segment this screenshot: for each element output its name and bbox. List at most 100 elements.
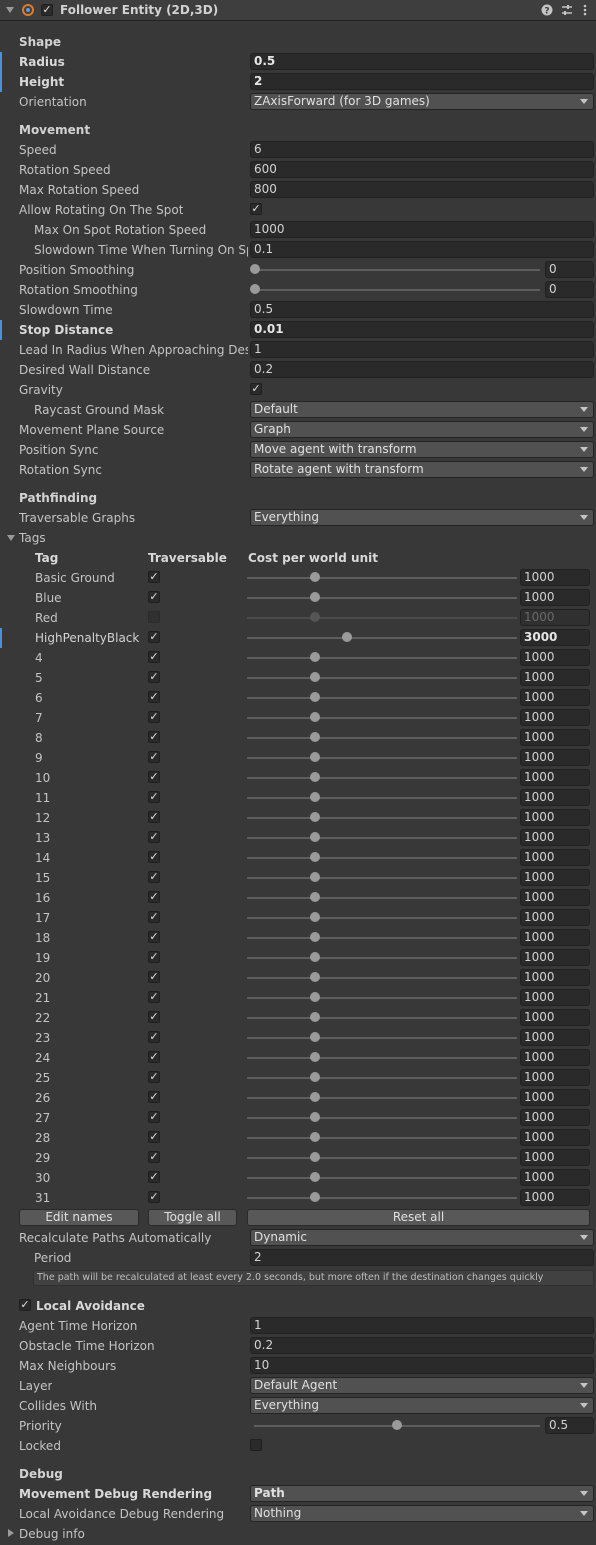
tag-traversable-checkbox[interactable]: ✓ xyxy=(148,1171,160,1183)
slider-knob[interactable] xyxy=(310,852,320,862)
tag-traversable-checkbox[interactable]: ✓ xyxy=(148,1111,160,1123)
tag-cost-slider[interactable] xyxy=(247,717,517,719)
tags-foldout[interactable]: Tags xyxy=(0,528,596,548)
tag-cost-field[interactable]: 1000 xyxy=(520,969,590,986)
tag-cost-slider[interactable] xyxy=(247,817,517,819)
tag-cost-slider[interactable] xyxy=(247,1077,517,1079)
tag-cost-slider[interactable] xyxy=(247,697,517,699)
tag-traversable-checkbox[interactable]: ✓ xyxy=(148,571,160,583)
slider-knob[interactable] xyxy=(310,1072,320,1082)
tag-cost-field[interactable]: 3000 xyxy=(520,629,590,646)
slider-knob[interactable] xyxy=(310,1032,320,1042)
tag-traversable-checkbox[interactable]: ✓ xyxy=(148,1151,160,1163)
tag-cost-field[interactable]: 1000 xyxy=(520,829,590,846)
slider-knob[interactable] xyxy=(342,632,352,642)
obstacle-horizon-field[interactable]: 0.2 xyxy=(250,1337,594,1354)
tag-traversable-checkbox[interactable]: ✓ xyxy=(148,971,160,983)
tag-cost-field[interactable]: 1000 xyxy=(520,709,590,726)
tag-cost-slider[interactable] xyxy=(247,1037,517,1039)
tag-traversable-checkbox[interactable]: ✓ xyxy=(148,711,160,723)
slider-knob[interactable] xyxy=(310,592,320,602)
tag-traversable-checkbox[interactable]: ✓ xyxy=(148,671,160,683)
rotation-smoothing-field[interactable]: 0 xyxy=(545,281,594,298)
slider-knob[interactable] xyxy=(310,1132,320,1142)
tag-cost-slider[interactable] xyxy=(247,677,517,679)
slider-knob[interactable] xyxy=(310,672,320,682)
tag-cost-field[interactable]: 1000 xyxy=(520,1109,590,1126)
tag-cost-field[interactable]: 1000 xyxy=(520,1029,590,1046)
tag-cost-slider[interactable] xyxy=(247,997,517,999)
tag-cost-slider[interactable] xyxy=(247,957,517,959)
tag-cost-field[interactable]: 1000 xyxy=(520,1009,590,1026)
slider-knob[interactable] xyxy=(310,712,320,722)
tag-cost-field[interactable]: 1000 xyxy=(520,989,590,1006)
recalc-dropdown[interactable]: Dynamic xyxy=(250,1229,594,1246)
agent-horizon-field[interactable]: 1 xyxy=(250,1317,594,1334)
slider-knob[interactable] xyxy=(310,1052,320,1062)
rotation-sync-dropdown[interactable]: Rotate agent with transform xyxy=(250,461,594,478)
slider-knob[interactable] xyxy=(310,1152,320,1162)
tag-cost-field[interactable]: 1000 xyxy=(520,889,590,906)
tag-cost-slider[interactable] xyxy=(247,877,517,879)
reset-all-button[interactable]: Reset all xyxy=(247,1209,590,1226)
tag-traversable-checkbox[interactable]: ✓ xyxy=(148,931,160,943)
slider-track[interactable] xyxy=(254,269,540,271)
tag-cost-slider[interactable] xyxy=(247,757,517,759)
tag-traversable-checkbox[interactable]: ✓ xyxy=(148,1131,160,1143)
slider-track[interactable] xyxy=(254,289,540,291)
slider-knob[interactable] xyxy=(310,772,320,782)
tag-cost-field[interactable]: 1000 xyxy=(520,589,590,606)
local-avoidance-checkbox[interactable]: ✓ xyxy=(19,1299,31,1311)
debug-info-foldout[interactable]: Debug info xyxy=(0,1524,596,1544)
slider-knob[interactable] xyxy=(310,932,320,942)
slider-knob[interactable] xyxy=(310,892,320,902)
foldout-arrow-icon[interactable] xyxy=(8,1529,14,1537)
tag-traversable-checkbox[interactable]: ✓ xyxy=(148,591,160,603)
slider-knob[interactable] xyxy=(310,1092,320,1102)
movement-debug-dropdown[interactable]: Path xyxy=(250,1485,594,1502)
avoidance-debug-dropdown[interactable]: Nothing xyxy=(250,1505,594,1522)
slider-knob[interactable] xyxy=(310,912,320,922)
slider-knob[interactable] xyxy=(310,972,320,982)
slider-knob[interactable] xyxy=(310,872,320,882)
tag-traversable-checkbox[interactable]: ✓ xyxy=(148,851,160,863)
radius-field[interactable]: 0.5 xyxy=(250,53,594,70)
tag-cost-field[interactable]: 1000 xyxy=(520,569,590,586)
tag-traversable-checkbox[interactable]: ✓ xyxy=(148,991,160,1003)
slider-knob[interactable] xyxy=(310,812,320,822)
tag-cost-slider[interactable] xyxy=(247,1157,517,1159)
slider-knob[interactable] xyxy=(310,792,320,802)
slider-knob[interactable] xyxy=(310,752,320,762)
tag-traversable-checkbox[interactable]: ✓ xyxy=(148,951,160,963)
tag-traversable-checkbox[interactable]: ✓ xyxy=(148,631,160,643)
allow-rotating-checkbox[interactable]: ✓ xyxy=(250,203,262,215)
tag-cost-field[interactable]: 1000 xyxy=(520,729,590,746)
tag-traversable-checkbox[interactable]: ✓ xyxy=(148,811,160,823)
presets-icon[interactable] xyxy=(561,4,573,16)
tag-traversable-checkbox[interactable]: ✓ xyxy=(148,791,160,803)
tag-traversable-checkbox[interactable]: ✓ xyxy=(148,871,160,883)
raycast-dropdown[interactable]: Default xyxy=(250,401,594,418)
tag-cost-slider[interactable] xyxy=(247,617,517,619)
tag-cost-field[interactable]: 1000 xyxy=(520,769,590,786)
priority-field[interactable]: 0.5 xyxy=(545,1417,594,1434)
position-smoothing-field[interactable]: 0 xyxy=(545,261,594,278)
tag-traversable-checkbox[interactable]: ✓ xyxy=(148,771,160,783)
lead-in-field[interactable]: 1 xyxy=(250,341,594,358)
tag-traversable-checkbox[interactable]: ✓ xyxy=(148,1191,160,1203)
help-icon[interactable]: ? xyxy=(541,4,553,16)
slider-knob[interactable] xyxy=(310,992,320,1002)
tag-cost-field[interactable]: 1000 xyxy=(520,1089,590,1106)
tag-cost-slider[interactable] xyxy=(247,1117,517,1119)
slider-knob[interactable] xyxy=(250,284,260,294)
tag-traversable-checkbox[interactable]: ✓ xyxy=(148,1071,160,1083)
tag-traversable-checkbox[interactable]: ✓ xyxy=(148,831,160,843)
tag-cost-field[interactable]: 1000 xyxy=(520,1149,590,1166)
gravity-checkbox[interactable]: ✓ xyxy=(250,383,262,395)
tag-cost-slider[interactable] xyxy=(247,857,517,859)
tag-traversable-checkbox[interactable]: ✓ xyxy=(148,1031,160,1043)
speed-field[interactable]: 6 xyxy=(250,141,594,158)
tag-cost-slider[interactable] xyxy=(247,1177,517,1179)
tag-cost-field[interactable]: 1000 xyxy=(520,1069,590,1086)
plane-dropdown[interactable]: Graph xyxy=(250,421,594,438)
